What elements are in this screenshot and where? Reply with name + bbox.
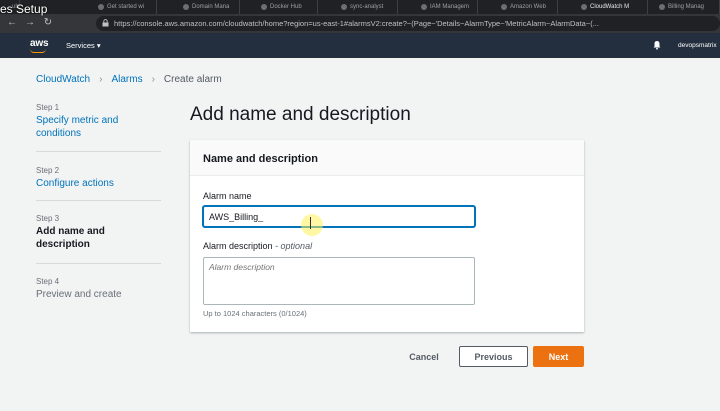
browser-tab[interactable]: Domain Mana bbox=[180, 0, 240, 14]
github-icon bbox=[98, 4, 104, 10]
browser-tab[interactable]: Docker Hub bbox=[258, 0, 318, 14]
tab-label: Amazon Web bbox=[510, 4, 546, 10]
step-link-specify-metric[interactable]: Specify metric and conditions bbox=[36, 114, 131, 140]
cancel-button[interactable]: Cancel bbox=[400, 346, 448, 367]
tab-label: Get started wi bbox=[107, 4, 145, 10]
step-divider bbox=[36, 200, 161, 201]
character-count-hint: Up to 1024 characters (0/1024) bbox=[203, 309, 307, 318]
browser-tab[interactable]: sync-analyst bbox=[338, 0, 398, 14]
tab-label: Docker Hub bbox=[270, 4, 302, 10]
name-description-panel: Name and description Alarm name Alarm de… bbox=[190, 140, 584, 332]
page-icon bbox=[341, 4, 347, 10]
back-arrow-icon[interactable]: ← bbox=[6, 17, 18, 29]
aws-icon bbox=[501, 4, 507, 10]
step-number: Step 1 bbox=[36, 103, 60, 112]
step-current-add-name: Add name and description bbox=[36, 226, 105, 250]
alarm-name-label: Alarm name bbox=[203, 191, 252, 201]
aws-icon bbox=[581, 4, 587, 10]
tab-label: IAM Managem bbox=[430, 4, 470, 10]
next-button[interactable]: Next bbox=[533, 346, 584, 367]
breadcrumb: CloudWatch › Alarms › Create alarm bbox=[36, 74, 222, 85]
address-bar[interactable]: https://console.aws.amazon.com/cloudwatc… bbox=[96, 16, 720, 31]
chevron-right-icon: › bbox=[99, 74, 103, 85]
step-2: Step 2 Configure actions bbox=[36, 166, 114, 190]
tab-label: CloudWatch M bbox=[590, 4, 630, 10]
step-number: Step 4 bbox=[36, 277, 60, 286]
panel-title: Name and description bbox=[203, 153, 318, 165]
url-text: https://console.aws.amazon.com/cloudwatc… bbox=[114, 19, 599, 28]
chevron-right-icon: › bbox=[151, 74, 155, 85]
step-4: Step 4 Preview and create bbox=[36, 277, 122, 301]
alarm-description-label: Alarm description - optional bbox=[203, 241, 312, 251]
step-1: Step 1 Specify metric and conditions bbox=[36, 103, 131, 140]
browser-toolbar: ← → ↻ https://console.aws.amazon.com/clo… bbox=[0, 14, 720, 33]
browser-tab-active[interactable]: CloudWatch M bbox=[578, 0, 648, 14]
lock-icon bbox=[102, 19, 109, 27]
browser-tab[interactable]: Amazon Web bbox=[498, 0, 558, 14]
aws-top-nav: aws Services ▾ devopsmatrix bbox=[0, 33, 720, 58]
reload-icon[interactable]: ↻ bbox=[42, 17, 54, 29]
aws-smile-icon bbox=[30, 49, 46, 53]
forward-arrow-icon[interactable]: → bbox=[24, 17, 36, 29]
breadcrumb-cloudwatch[interactable]: CloudWatch bbox=[36, 74, 90, 85]
docker-icon bbox=[261, 4, 267, 10]
page-title: Add name and description bbox=[190, 104, 411, 125]
previous-button[interactable]: Previous bbox=[459, 346, 528, 367]
tab-label: Domain Mana bbox=[192, 4, 230, 10]
optional-tag: - optional bbox=[275, 241, 313, 251]
services-menu[interactable]: Services ▾ bbox=[66, 33, 101, 58]
step-number: Step 3 bbox=[36, 214, 60, 223]
step-divider bbox=[36, 151, 161, 152]
description-label-text: Alarm description bbox=[203, 241, 273, 251]
alarm-description-input[interactable] bbox=[203, 257, 475, 305]
page-icon bbox=[183, 4, 189, 10]
browser-tab[interactable]: Billing Manag bbox=[656, 0, 720, 14]
aws-logo-text: aws bbox=[30, 38, 49, 49]
step-preview-and-create: Preview and create bbox=[36, 289, 122, 300]
panel-header: Name and description bbox=[190, 140, 584, 176]
aws-icon bbox=[421, 4, 427, 10]
bell-icon[interactable] bbox=[652, 40, 662, 50]
account-menu[interactable]: devopsmatrix bbox=[678, 33, 717, 58]
breadcrumb-current: Create alarm bbox=[163, 74, 222, 85]
step-link-configure-actions[interactable]: Configure actions bbox=[36, 177, 114, 190]
video-overlay-title: es Setup bbox=[0, 2, 48, 16]
step-divider bbox=[36, 263, 161, 264]
tab-label: Billing Manag bbox=[668, 4, 705, 10]
browser-tab-strip: ub Get started wi Domain Mana Docker Hub… bbox=[0, 0, 720, 14]
step-3: Step 3 Add name and description bbox=[36, 214, 116, 251]
tab-label: sync-analyst bbox=[350, 4, 384, 10]
browser-tab[interactable]: Get started wi bbox=[95, 0, 157, 14]
breadcrumb-alarms[interactable]: Alarms bbox=[111, 74, 142, 85]
alarm-name-input[interactable] bbox=[203, 206, 475, 227]
aws-icon bbox=[659, 4, 665, 10]
aws-logo[interactable]: aws bbox=[30, 38, 49, 53]
text-cursor-icon bbox=[310, 217, 314, 229]
step-number: Step 2 bbox=[36, 166, 60, 175]
browser-tab[interactable]: IAM Managem bbox=[418, 0, 478, 14]
